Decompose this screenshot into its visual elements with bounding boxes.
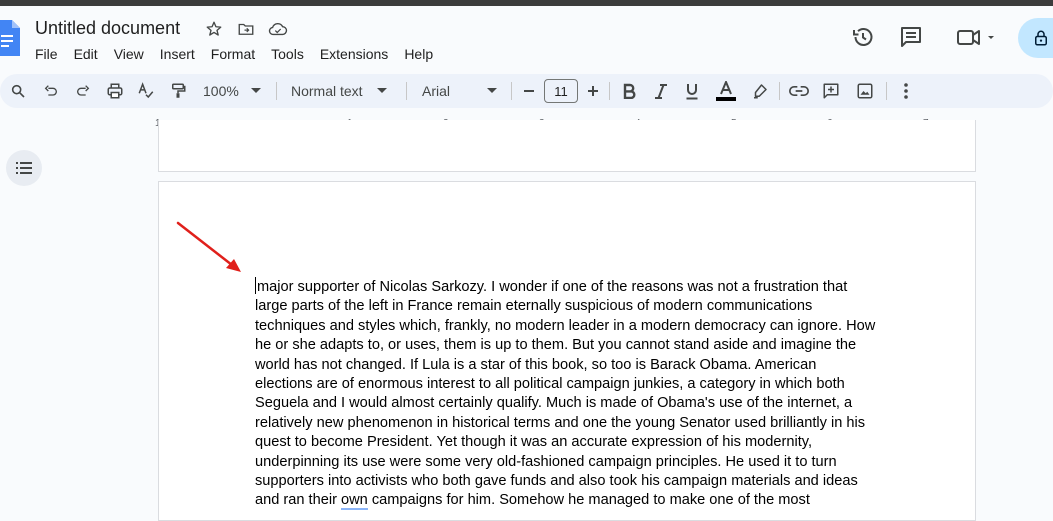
add-comment-icon[interactable] (821, 81, 841, 101)
increase-font-size-icon[interactable] (584, 81, 602, 101)
text-color-icon[interactable] (714, 81, 738, 101)
outline-list-icon (16, 162, 32, 174)
body-line: elections are of enormous interest to al… (255, 376, 845, 393)
meet-icon[interactable] (952, 24, 1000, 50)
move-to-folder-icon[interactable] (235, 18, 257, 40)
document-title[interactable]: Untitled document (35, 18, 180, 39)
menu-insert[interactable]: Insert (152, 44, 203, 64)
body-line-text: major supporter of Nicolas Sarkozy. I wo… (257, 279, 848, 295)
zoom-value: 100% (203, 83, 239, 99)
decrease-font-size-icon[interactable] (520, 81, 538, 101)
toolbar-divider (886, 82, 887, 100)
red-arrow-annotation-icon (176, 221, 241, 272)
menu-bar: File Edit View Insert Format Tools Exten… (27, 44, 441, 64)
toolbar-divider (609, 82, 610, 100)
star-icon[interactable] (203, 18, 225, 40)
paint-format-icon[interactable] (168, 81, 188, 101)
chevron-down-icon (376, 88, 387, 93)
font-family-select[interactable]: Arial (422, 81, 500, 101)
print-icon[interactable] (105, 81, 125, 101)
body-line: relatively new phenomenon in historical … (255, 414, 866, 431)
highlight-color-icon[interactable] (750, 81, 770, 101)
spelling-check-icon[interactable] (136, 81, 156, 101)
underline-icon[interactable] (683, 81, 701, 101)
document-body[interactable]: major supporter of Nicolas Sarkozy. I wo… (255, 277, 885, 511)
cloud-saved-icon[interactable] (267, 18, 289, 40)
zoom-select[interactable]: 100% (203, 81, 265, 101)
menu-help[interactable]: Help (396, 44, 441, 64)
toolbar-divider (406, 82, 407, 100)
docs-logo-icon[interactable] (0, 20, 20, 56)
toolbar: 100% Normal text Arial 11 (0, 74, 1053, 108)
lock-icon (1035, 30, 1047, 46)
version-history-icon[interactable] (850, 24, 876, 50)
more-options-icon[interactable] (896, 81, 916, 101)
search-menus-icon[interactable] (8, 81, 28, 101)
menu-format[interactable]: Format (203, 44, 263, 64)
menu-tools[interactable]: Tools (263, 44, 312, 64)
toolbar-divider (276, 82, 277, 100)
menu-view[interactable]: View (106, 44, 152, 64)
body-line: major supporter of Nicolas Sarkozy. I wo… (255, 277, 885, 297)
undo-icon[interactable] (41, 81, 61, 101)
redo-icon[interactable] (73, 81, 93, 101)
menu-file[interactable]: File (27, 44, 66, 64)
text-cursor (255, 277, 256, 294)
paragraph-style-value: Normal text (291, 83, 363, 99)
font-size-input[interactable]: 11 (544, 79, 578, 103)
insert-link-icon[interactable] (789, 81, 809, 101)
font-family-value: Arial (422, 83, 451, 99)
chevron-down-icon (250, 88, 261, 93)
body-line: techniques and styles which, frankly, no… (255, 317, 876, 334)
chevron-down-icon (487, 88, 498, 93)
menu-extensions[interactable]: Extensions (312, 44, 396, 64)
body-line: supporters into activists who both gave … (255, 473, 858, 490)
body-line: Seguela and I would almost certainly qua… (255, 395, 853, 412)
previous-page-bottom (158, 120, 976, 172)
bold-icon[interactable] (620, 81, 638, 101)
body-line: he or she adapts to, or uses, them is up… (255, 337, 857, 354)
body-line: and ran their own campaigns for him. Som… (255, 491, 885, 511)
insert-image-icon[interactable] (855, 81, 875, 101)
toolbar-divider (511, 82, 512, 100)
share-button[interactable] (1018, 18, 1053, 58)
body-line: world has not changed. If Lula is a star… (255, 356, 817, 373)
italic-icon[interactable] (652, 81, 670, 101)
body-line: quest to become President. Yet though it… (255, 434, 813, 451)
body-line-text: and ran their (255, 492, 337, 509)
body-line: large parts of the left in France remain… (255, 298, 813, 315)
document-outline-button[interactable] (6, 150, 42, 186)
paragraph-style-select[interactable]: Normal text (291, 81, 395, 101)
body-line-text: campaigns for him. Somehow he managed to… (367, 492, 810, 509)
body-line: underpinning its use were some very old-… (255, 453, 837, 470)
menu-edit[interactable]: Edit (66, 44, 106, 64)
comments-icon[interactable] (898, 24, 924, 50)
spelling-suggestion-word[interactable]: own (341, 492, 368, 511)
toolbar-divider (779, 82, 780, 100)
title-bar: Untitled document File Edit View Insert … (0, 6, 1053, 70)
